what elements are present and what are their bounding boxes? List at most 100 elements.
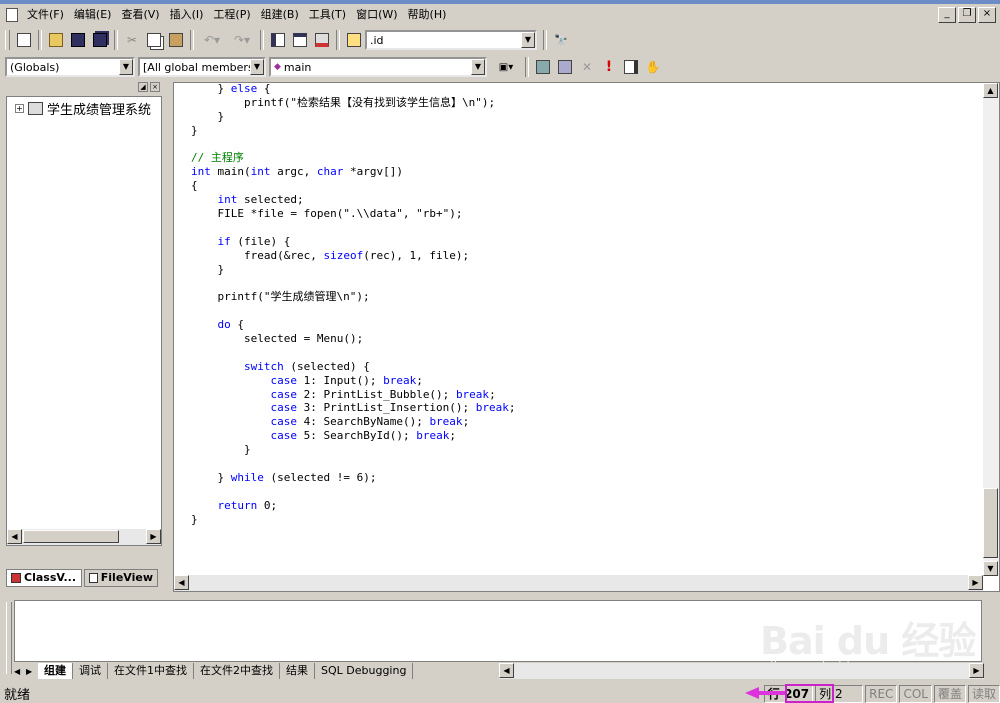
output-tab[interactable]: 结果 xyxy=(280,663,315,679)
output-tab[interactable]: 在文件2中查找 xyxy=(194,663,280,679)
go-button[interactable] xyxy=(621,57,641,77)
find-button[interactable]: 🔭 xyxy=(551,30,571,50)
watermark-text: Bai du 经验 xyxy=(760,619,976,663)
code-token: } xyxy=(191,512,198,526)
output-tab[interactable]: 在文件1中查找 xyxy=(108,663,194,679)
find-in-files-button[interactable] xyxy=(344,30,364,50)
wizard-action-button[interactable]: ▣▾ xyxy=(491,57,521,77)
pane-resize-icon[interactable]: ◢ xyxy=(138,82,148,92)
cut-button[interactable]: ✂ xyxy=(122,30,142,50)
expand-icon[interactable]: + xyxy=(15,104,24,113)
tab-classview[interactable]: ClassV... xyxy=(6,569,82,587)
save-button[interactable] xyxy=(68,30,88,50)
output-tab[interactable]: 组建 xyxy=(38,663,73,679)
menu-item[interactable]: 工具(T) xyxy=(304,5,351,25)
scroll-up-icon[interactable]: ▲ xyxy=(983,83,998,98)
code-token: ; xyxy=(462,415,470,429)
close-button[interactable]: × xyxy=(978,7,996,23)
toolbar-grip[interactable] xyxy=(5,30,10,50)
chevron-down-icon[interactable]: ▼ xyxy=(521,32,535,48)
stop-build-button[interactable]: ✕ xyxy=(577,57,597,77)
code-token: *argv[]) xyxy=(343,165,403,179)
menu-item[interactable]: 帮助(H) xyxy=(403,5,452,25)
window-list-button[interactable] xyxy=(312,30,332,50)
save-all-button[interactable] xyxy=(90,30,110,50)
code-token: } xyxy=(191,82,231,95)
output-pane-grip[interactable] xyxy=(6,602,12,674)
menu-item[interactable]: 查看(V) xyxy=(116,5,164,25)
scroll-thumb[interactable] xyxy=(983,488,998,558)
member-combo[interactable]: ◆ main ▼ xyxy=(269,57,487,77)
code-token: printf("学生成绩管理\n"); xyxy=(191,290,370,304)
class-combo[interactable]: (Globals) ▼ xyxy=(5,57,135,77)
compile-button[interactable] xyxy=(533,57,553,77)
scroll-right-icon[interactable]: ▶ xyxy=(968,575,983,590)
tab-fileview[interactable]: FileView xyxy=(83,569,158,587)
filter-combo[interactable]: [All global members ▼ xyxy=(138,57,266,77)
chevron-down-icon[interactable]: ▼ xyxy=(119,59,133,75)
code-line: } xyxy=(191,110,516,124)
new-file-button[interactable] xyxy=(14,30,34,50)
menu-item[interactable]: 文件(F) xyxy=(22,5,69,25)
menu-item[interactable]: 窗口(W) xyxy=(351,5,402,25)
editor-vertical-scrollbar[interactable]: ▲ ▼ xyxy=(983,83,999,576)
code-token: argc, xyxy=(270,165,317,179)
code-keyword: char xyxy=(316,165,344,179)
class-folder-icon xyxy=(28,102,43,115)
output-button[interactable] xyxy=(290,30,310,50)
chevron-down-icon[interactable]: ▼ xyxy=(250,59,264,75)
tree-root-label: 学生成绩管理系统 xyxy=(47,103,152,118)
scroll-left-icon[interactable]: ◀ xyxy=(174,575,189,590)
build-button[interactable] xyxy=(555,57,575,77)
undo-button[interactable]: ↶▾ xyxy=(198,30,226,50)
code-line: if (file) { xyxy=(191,235,516,249)
code-line: printf("检索结果【没有找到该学生信息】\n"); xyxy=(191,96,516,110)
copy-button[interactable] xyxy=(144,30,164,50)
code-text[interactable]: } else { printf("检索结果【没有找到该学生信息】\n"); }}… xyxy=(191,82,516,527)
menu-item[interactable]: 插入(I) xyxy=(165,5,209,25)
status-rec: REC xyxy=(865,684,898,703)
code-keyword: while xyxy=(230,470,264,484)
scroll-right-icon[interactable]: ▶ xyxy=(146,529,161,544)
code-token: (file) { xyxy=(230,234,291,248)
execute-button[interactable]: ! xyxy=(599,57,619,77)
output-tab[interactable]: 调试 xyxy=(73,663,108,679)
workspace-button[interactable] xyxy=(268,30,288,50)
document-icon[interactable] xyxy=(6,8,18,22)
scroll-left-icon[interactable]: ◀ xyxy=(499,663,514,678)
code-line: } xyxy=(191,513,516,527)
find-combo[interactable]: .id ▼ xyxy=(365,30,537,50)
tab-classview-label: ClassV... xyxy=(24,571,76,584)
tab-scroll-left-icon[interactable]: ◀ xyxy=(14,667,26,676)
minimize-button[interactable]: _ xyxy=(938,7,956,23)
editor-horizontal-scrollbar[interactable]: ◀ ▶ xyxy=(174,575,983,591)
restore-button[interactable]: ❐ xyxy=(958,7,976,23)
breakpoint-button[interactable]: ✋ xyxy=(643,57,663,77)
paste-button[interactable] xyxy=(166,30,186,50)
tree-root-item[interactable]: + 学生成绩管理系统 xyxy=(15,99,151,118)
code-editor[interactable]: } else { printf("检索结果【没有找到该学生信息】\n"); }}… xyxy=(173,82,1000,592)
baidu-watermark: Bai du 经验 jingyan.baidu.com xyxy=(760,600,1000,680)
code-line: printf("学生成绩管理\n"); xyxy=(191,290,516,304)
scroll-thumb[interactable] xyxy=(23,530,119,543)
menu-item[interactable]: 编辑(E) xyxy=(69,5,117,25)
scroll-down-icon[interactable]: ▼ xyxy=(983,561,998,576)
code-line: } else { xyxy=(191,82,516,96)
pane-close-icon[interactable]: × xyxy=(150,82,160,92)
scroll-left-icon[interactable]: ◀ xyxy=(7,529,22,544)
redo-button[interactable]: ↷▾ xyxy=(228,30,256,50)
output-tab[interactable]: SQL Debugging xyxy=(315,663,414,679)
menu-item[interactable]: 组建(B) xyxy=(256,5,304,25)
tab-scroll-right-icon[interactable]: ▶ xyxy=(26,667,38,676)
workspace-pane: ◢ × + 学生成绩管理系统 ◀ ▶ ClassV... FileView xyxy=(4,82,162,588)
code-line: int selected; xyxy=(191,193,516,207)
tree-horizontal-scrollbar[interactable]: ◀ ▶ xyxy=(7,529,161,545)
binoculars-icon: 🔭 xyxy=(554,33,568,47)
open-button[interactable] xyxy=(46,30,66,50)
menu-item[interactable]: 工程(P) xyxy=(208,5,255,25)
chevron-down-icon[interactable]: ▼ xyxy=(471,59,485,75)
undo-icon: ↶▾ xyxy=(203,33,221,47)
